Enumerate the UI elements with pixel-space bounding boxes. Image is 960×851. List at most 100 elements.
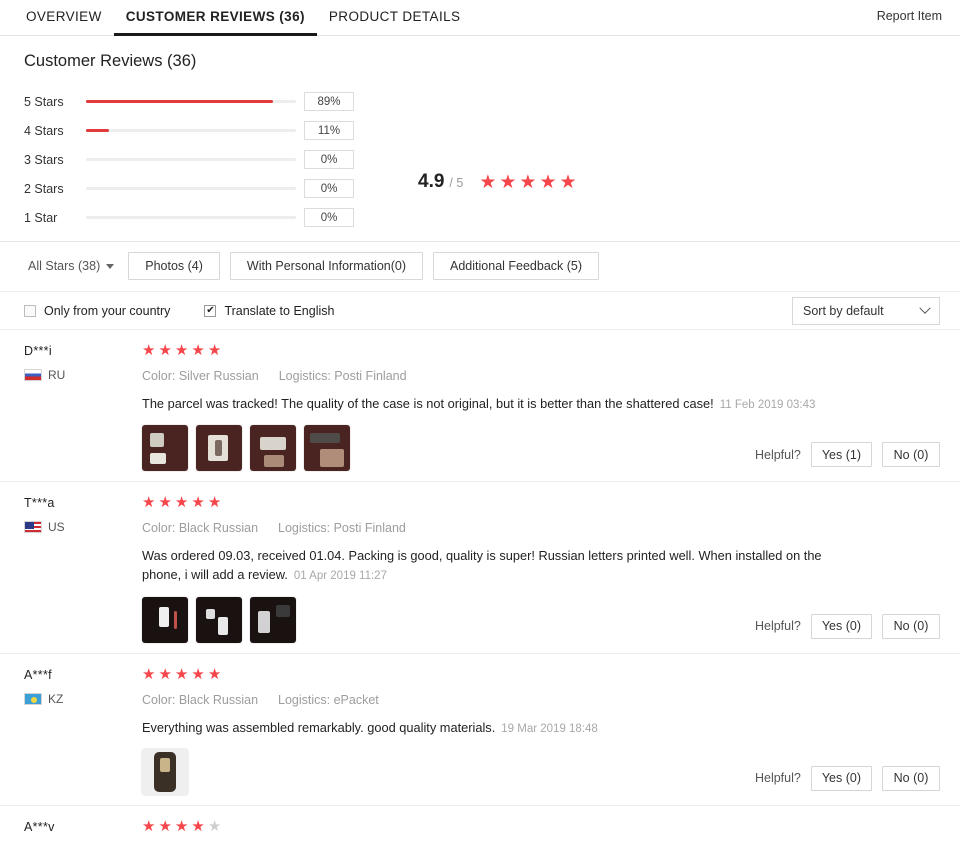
review-body: ★ ★ ★ ★ ★ Color: Silver Russian Logistic…	[142, 342, 940, 472]
helpful-yes-button[interactable]: Yes (1)	[810, 442, 872, 468]
review-date: 19 Mar 2019 18:48	[501, 722, 598, 735]
translate-to-english-checkbox[interactable]: ✔	[204, 304, 217, 317]
review-body: ★ ★ ★ ★ ★ Color: Black Russian Logistics…	[142, 666, 940, 795]
rating-row-3-track[interactable]	[86, 158, 296, 161]
review-author: A***v	[24, 818, 142, 844]
helpful-label: Helpful?	[754, 447, 801, 462]
helpful-yes-button[interactable]: Yes (0)	[810, 765, 872, 791]
review-thumbnail[interactable]	[142, 425, 188, 472]
tab-overview-label: OVERVIEW	[26, 9, 102, 24]
rating-row-5[interactable]: 5 Stars 89%	[24, 87, 354, 116]
filter-chip-personal-information[interactable]: With Personal Information(0)	[229, 252, 424, 280]
rating-row-2-label: 2 Stars	[24, 181, 64, 196]
all-stars-dropdown[interactable]: All Stars (38)	[24, 254, 118, 278]
tab-customer-reviews-label: CUSTOMER REVIEWS (36)	[125, 9, 305, 24]
only-from-your-country-label: Only from your country	[44, 303, 171, 318]
rating-row-4[interactable]: 4 Stars 11%	[24, 116, 354, 145]
rating-row-1-label: 1 Star	[24, 210, 58, 225]
filter-chip-photos[interactable]: Photos (4)	[128, 252, 220, 280]
review-stars: ★ ★ ★ ★ ★	[142, 667, 221, 682]
review-meta: Color: Silver Russian Logistics: Posti F…	[142, 369, 936, 383]
rating-row-4-track[interactable]	[86, 129, 296, 132]
sort-select[interactable]: Sort by default	[792, 297, 940, 325]
review-item: T***a US ★ ★ ★ ★ ★ Color: Black Russian …	[0, 482, 960, 654]
review-thumbnail[interactable]	[196, 596, 242, 643]
star-icon: ★	[158, 665, 172, 683]
rating-row-4-fill	[86, 129, 110, 132]
review-meta: Color: Black Russian Logistics: Posti Fi…	[142, 521, 936, 535]
options-bar: Only from your country ✔ Translate to En…	[0, 292, 960, 330]
rating-row-4-label: 4 Stars	[24, 123, 64, 138]
star-icon: ★	[174, 494, 189, 512]
review-date: 01 Apr 2019 11:27	[293, 570, 387, 583]
flag-kz-icon	[24, 692, 42, 705]
helpful-no-button[interactable]: No (0)	[882, 613, 940, 639]
rating-row-5-track[interactable]	[86, 100, 296, 103]
review-thumbnail[interactable]	[142, 748, 188, 795]
helpful-yes-button[interactable]: Yes (0)	[810, 613, 872, 639]
review-logistics: Logistics: Posti Finland	[278, 521, 406, 536]
star-icon: ★	[559, 172, 577, 193]
helpful-no-button[interactable]: No (0)	[882, 765, 940, 791]
review-text: The parcel was tracked! The quality of t…	[142, 396, 714, 411]
rating-breakdown: 5 Stars 89% 4 Stars 11% 3 Stars 0% 2 Sta…	[24, 87, 354, 232]
tab-overview[interactable]: OVERVIEW	[14, 0, 114, 35]
rating-row-2-percent: 0%	[304, 179, 354, 198]
only-from-your-country-checkbox[interactable]	[24, 304, 36, 317]
review-username: D***i	[24, 344, 52, 358]
star-icon: ★	[191, 494, 205, 512]
review-username: A***v	[24, 819, 55, 834]
rating-row-1[interactable]: 1 Star 0%	[24, 203, 354, 232]
review-text-block: Was ordered 09.03, received 01.04. Packi…	[142, 546, 832, 585]
star-icon: ★	[191, 342, 205, 359]
tab-customer-reviews[interactable]: CUSTOMER REVIEWS (36)	[113, 0, 318, 36]
review-item: A***f KZ ★ ★ ★ ★ ★ Color: Black Russian …	[0, 654, 960, 806]
review-color: Color: Black Russian	[142, 521, 259, 536]
review-thumbnail[interactable]	[196, 425, 242, 472]
review-logistics: Logistics: Posti Finland	[278, 369, 407, 383]
star-icon: ★	[158, 342, 172, 359]
review-color: Color: Silver Russian	[142, 369, 259, 383]
review-username: A***f	[24, 667, 52, 682]
filter-bar: All Stars (38) Photos (4) With Personal …	[0, 242, 960, 292]
review-username: T***a	[24, 496, 55, 511]
helpful-no-button[interactable]: No (0)	[882, 442, 940, 468]
review-country: US	[24, 520, 142, 534]
star-icon: ★	[191, 817, 205, 835]
review-text: Everything was assembled remarkably. goo…	[142, 719, 496, 735]
translate-to-english-option[interactable]: ✔ Translate to English	[204, 304, 334, 318]
tab-bar: OVERVIEW CUSTOMER REVIEWS (36) PRODUCT D…	[0, 0, 960, 36]
reviews-summary: Customer Reviews (36) 5 Stars 89% 4 Star…	[0, 36, 960, 242]
rating-row-2-track[interactable]	[86, 187, 296, 190]
rating-row-5-label: 5 Stars	[24, 94, 64, 109]
tab-product-details[interactable]: PRODUCT DETAILS	[317, 0, 473, 35]
rating-row-3[interactable]: 3 Stars 0%	[24, 145, 354, 174]
tab-product-details-label: PRODUCT DETAILS	[328, 9, 461, 24]
review-body: ★ ★ ★ ★ ★	[142, 818, 940, 844]
rating-row-1-track[interactable]	[86, 216, 296, 219]
review-thumbnail[interactable]	[304, 425, 350, 472]
rating-row-3-percent: 0%	[304, 150, 354, 169]
star-icon: ★	[207, 342, 222, 359]
review-stars: ★ ★ ★ ★ ★	[142, 819, 221, 834]
filter-chip-additional-feedback[interactable]: Additional Feedback (5)	[433, 252, 600, 280]
overall-stars: ★ ★ ★ ★ ★	[479, 173, 576, 192]
review-color: Color: Black Russian	[142, 692, 259, 707]
review-thumbnail[interactable]	[250, 425, 296, 472]
rating-row-2[interactable]: 2 Stars 0%	[24, 174, 354, 203]
review-thumbnail[interactable]	[250, 596, 296, 643]
star-icon: ★	[142, 342, 156, 359]
star-icon: ★	[519, 172, 537, 193]
report-item-link[interactable]: Report Item	[877, 9, 942, 23]
all-stars-label: All Stars (38)	[28, 259, 101, 273]
star-icon: ★	[142, 494, 156, 512]
star-icon: ★	[142, 665, 156, 683]
star-icon: ★	[207, 665, 222, 683]
star-icon: ★	[207, 494, 222, 512]
star-icon: ★	[158, 494, 172, 512]
only-from-your-country-option[interactable]: Only from your country	[24, 304, 170, 318]
review-country-code: RU	[48, 368, 66, 382]
rating-row-3-label: 3 Stars	[24, 152, 64, 167]
review-thumbnail[interactable]	[142, 596, 188, 643]
customer-reviews-page: OVERVIEW CUSTOMER REVIEWS (36) PRODUCT D…	[0, 0, 960, 851]
